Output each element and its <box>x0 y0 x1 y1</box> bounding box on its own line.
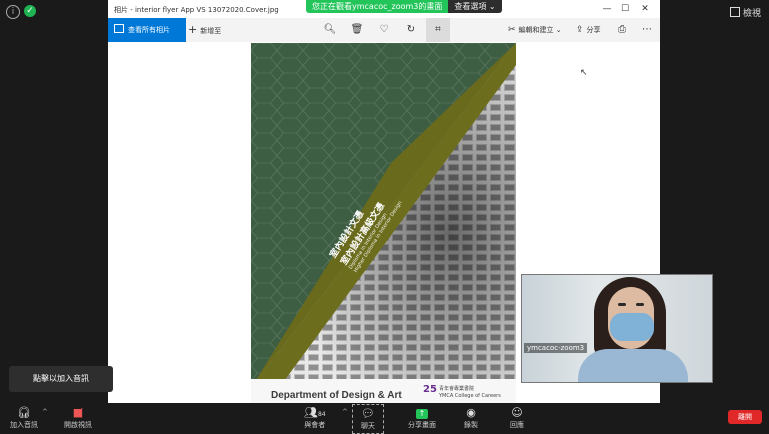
smiley-icon: ☺ <box>511 406 523 419</box>
plus-icon: + <box>188 23 198 36</box>
record-icon: ◉ <box>466 406 476 419</box>
share-screen-icon: ↑ <box>416 409 428 419</box>
edit-create-button[interactable]: ✂ 編輯和建立 ⌄ <box>508 18 562 42</box>
favorite-icon[interactable]: ♡ <box>376 22 392 38</box>
photo-icon <box>114 24 124 33</box>
grid-icon <box>729 7 740 17</box>
share-screen-button[interactable]: ↑ 分享畫面 <box>408 406 436 430</box>
join-audio-tooltip: 點擊以加入音訊 <box>9 366 113 392</box>
see-all-photos-button[interactable]: 查看所有相片 <box>108 18 186 42</box>
participants-icon: 👥︎84 <box>304 406 326 419</box>
zoom-control-bar: 🎧︎ 加入音訊 ^ ■̸ 開啟視訊 👥︎84 與會者 ^ 💬︎ 聊天 ↑ 分享畫面 ◉ 錄製… <box>0 403 769 434</box>
share-icon: ⇪ <box>576 25 584 35</box>
face-mask <box>610 313 654 341</box>
audio-options-chevron-icon[interactable]: ^ <box>42 408 48 416</box>
screen-share-banner: 您正在觀看ymcacoc_zoom3的畫面 查看選項 ⌄ <box>306 0 502 13</box>
participant-name: ymcacoc-zoom3 <box>524 343 588 353</box>
leave-button[interactable]: 離開 <box>728 410 762 424</box>
zoom-icon[interactable]: 🔍︎ <box>322 22 338 38</box>
flyer-cover-image: 室內設計文憑 室內設計高級文憑 Diploma in Interior Desi… <box>251 43 516 403</box>
join-audio-button[interactable]: 🎧︎ 加入音訊 <box>10 406 38 430</box>
video-off-icon: ■̸ <box>72 406 84 419</box>
view-button[interactable]: 檢視 <box>729 6 761 19</box>
add-to-button[interactable]: + 新增至 <box>180 18 221 42</box>
window-title: 相片 - interior flyer App VS 13072020.Cove… <box>114 6 279 14</box>
participant-video[interactable]: ymcacoc-zoom3 <box>521 274 713 383</box>
mouse-cursor-icon: ↖ <box>580 68 588 78</box>
college-name: 青年會專業書院 YMCA College of Careers <box>439 386 501 399</box>
participants-chevron-icon[interactable]: ^ <box>342 408 348 416</box>
chat-button[interactable]: 💬︎ 聊天 <box>352 404 384 434</box>
chat-icon: 💬︎ <box>361 407 375 420</box>
share-banner-text: 您正在觀看ymcacoc_zoom3的畫面 <box>306 0 449 13</box>
maximize-button[interactable]: ☐ <box>616 2 634 16</box>
start-video-button[interactable]: ■̸ 開啟視訊 <box>64 406 92 430</box>
shield-icon[interactable]: ✓ <box>24 5 36 17</box>
minimize-button[interactable]: — <box>598 2 616 16</box>
view-options-button[interactable]: 查看選項 ⌄ <box>448 0 502 13</box>
rotate-icon[interactable]: ↻ <box>403 22 419 38</box>
more-icon[interactable]: ⋯ <box>639 22 655 38</box>
info-icon[interactable]: i <box>6 5 20 19</box>
college-logo-icon: 25 <box>423 384 437 395</box>
delete-icon[interactable]: 🗑︎ <box>349 22 365 38</box>
close-button[interactable]: ✕ <box>636 2 654 16</box>
print-icon[interactable]: ⎙ <box>614 22 630 38</box>
department-title: Department of Design & Art <box>271 390 402 401</box>
record-button[interactable]: ◉ 錄製 <box>464 406 478 430</box>
crop-icon[interactable]: ⌗ <box>426 18 450 42</box>
participants-button[interactable]: 👥︎84 與會者 <box>304 406 326 430</box>
edit-icon: ✂ <box>508 25 516 35</box>
reactions-button[interactable]: ☺ 回應 <box>510 406 524 430</box>
share-button[interactable]: ⇪ 分享 <box>576 18 601 42</box>
headphones-icon: 🎧︎ <box>17 406 31 419</box>
photos-toolbar: 查看所有相片 + 新增至 🔍︎ 🗑︎ ♡ ↻ ⌗ ✂ 編輯和建立 ⌄ ⇪ 分享 ⎙ ⋯ <box>108 18 660 42</box>
